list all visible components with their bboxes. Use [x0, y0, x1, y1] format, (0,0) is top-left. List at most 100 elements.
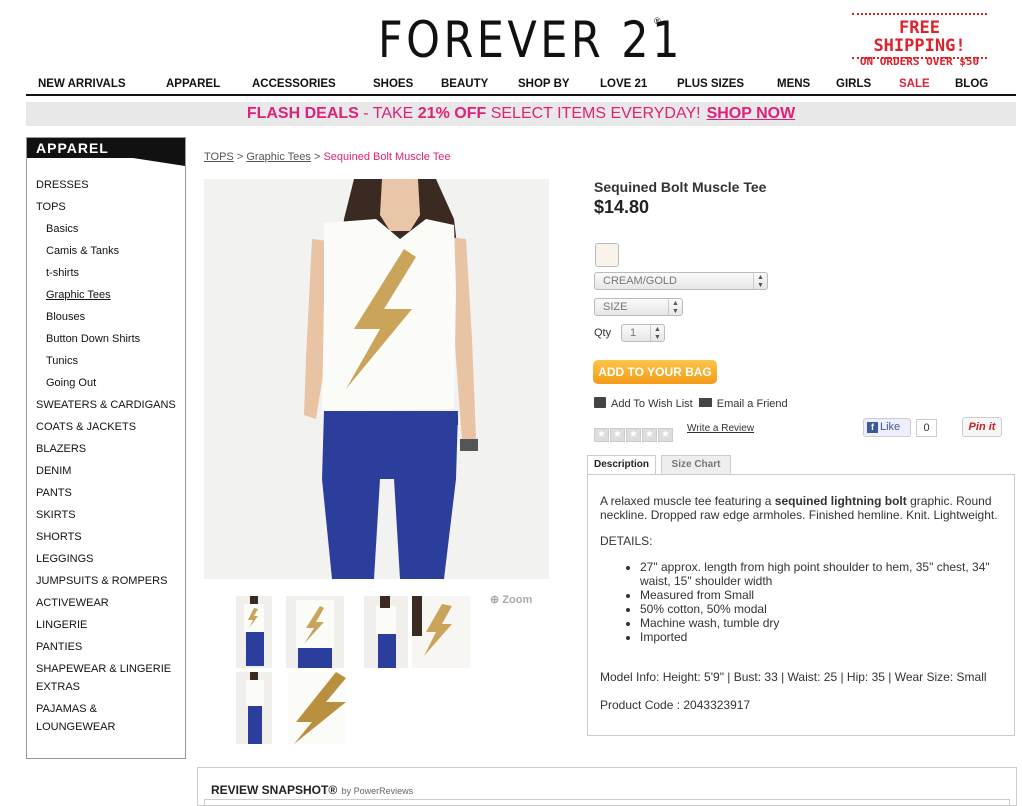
list-item: 27" approx. length from high point shoul…	[640, 560, 1002, 588]
color-select[interactable]: CREAM/GOLD ▲ ▼	[594, 272, 768, 290]
breadcrumb-graphic-tees[interactable]: Graphic Tees	[246, 151, 311, 163]
thumbnail-2[interactable]	[286, 596, 344, 668]
nav-shop-by[interactable]: SHOP BY	[518, 78, 570, 90]
nav-beauty[interactable]: BEAUTY	[441, 78, 488, 90]
sidebar-item-leggings[interactable]: LEGGINGS	[36, 552, 176, 574]
add-to-wishlist-link[interactable]: Add To Wish List	[611, 398, 693, 410]
sidebar-item-button-down-shirts[interactable]: Button Down Shirts	[36, 332, 176, 354]
description-intro: A relaxed muscle tee featuring a sequine…	[600, 494, 1002, 522]
mail-icon	[698, 398, 712, 407]
zoom-button[interactable]: ⊕ Zoom	[490, 593, 532, 606]
star-icon: ★	[626, 428, 641, 442]
write-review-link[interactable]: Write a Review	[687, 423, 754, 434]
sidebar-title: APPAREL	[27, 138, 185, 166]
sidebar-item-loungewear[interactable]: LOUNGEWEAR	[36, 720, 176, 742]
pin-it-button[interactable]: Pin it	[962, 417, 1002, 437]
site-logo[interactable]: FOREVER 21	[378, 14, 679, 66]
thumbnail-5[interactable]	[236, 672, 272, 744]
thumbnail-4[interactable]	[412, 596, 470, 668]
product-title: Sequined Bolt Muscle Tee	[594, 179, 767, 195]
sidebar-item-t-shirts[interactable]: t-shirts	[36, 266, 176, 288]
flash-dash: - TAKE	[358, 105, 418, 122]
sidebar-item-tops[interactable]: TOPS	[36, 200, 176, 222]
sidebar-item-tunics[interactable]: Tunics	[36, 354, 176, 376]
size-select-value: SIZE	[603, 301, 628, 313]
sidebar-item-graphic-tees[interactable]: Graphic Tees	[36, 288, 176, 310]
select-arrows-icon: ▲ ▼	[753, 273, 767, 289]
sidebar-item-sweaters[interactable]: SWEATERS & CARDIGANS	[36, 398, 176, 420]
size-select[interactable]: SIZE ▲ ▼	[594, 298, 683, 316]
product-main-image[interactable]	[204, 179, 549, 579]
breadcrumb-tops[interactable]: TOPS	[204, 151, 234, 163]
nav-new-arrivals[interactable]: NEW ARRIVALS	[38, 78, 126, 90]
sidebar-item-blazers[interactable]: BLAZERS	[36, 442, 176, 464]
nav-sale[interactable]: SALE	[899, 78, 930, 90]
nav-girls[interactable]: GIRLS	[836, 78, 871, 90]
select-arrows-icon: ▲ ▼	[650, 325, 664, 341]
details-list: 27" approx. length from high point shoul…	[640, 560, 1002, 644]
facebook-like-button[interactable]: f Like	[863, 418, 911, 437]
sidebar-item-denim[interactable]: DENIM	[36, 464, 176, 486]
review-provider: by PowerReviews	[341, 786, 414, 796]
sidebar-item-shorts[interactable]: SHORTS	[36, 530, 176, 552]
nav-plus-sizes[interactable]: PLUS SIZES	[677, 78, 744, 90]
nav-accessories[interactable]: ACCESSORIES	[252, 78, 336, 90]
review-title: REVIEW SNAPSHOT®	[211, 783, 338, 797]
list-item: 50% cotton, 50% modal	[640, 602, 1002, 616]
sidebar-item-pants[interactable]: PANTS	[36, 486, 176, 508]
sidebar-item-skirts[interactable]: SKIRTS	[36, 508, 176, 530]
sidebar-item-going-out[interactable]: Going Out	[36, 376, 176, 398]
qty-select-value: 1	[630, 327, 637, 339]
sidebar-item-basics[interactable]: Basics	[36, 222, 176, 244]
sidebar-item-coats[interactable]: COATS & JACKETS	[36, 420, 176, 442]
shipping-subline: ON ORDERS OVER $50	[859, 55, 980, 68]
sidebar-item-shapewear[interactable]: SHAPEWEAR & LINGERIE	[36, 662, 176, 680]
zoom-label: Zoom	[502, 594, 533, 606]
flash-prefix: FLASH DEALS	[246, 105, 359, 122]
star-icon: ★	[642, 428, 657, 442]
sidebar-item-blouses[interactable]: Blouses	[36, 310, 176, 332]
free-shipping-banner[interactable]: FREE SHIPPING! ON ORDERS OVER $50	[852, 13, 987, 68]
sidebar-item-activewear[interactable]: ACTIVEWEAR	[36, 596, 176, 618]
qty-select[interactable]: 1 ▲ ▼	[621, 324, 665, 342]
nav-mens[interactable]: MENS	[777, 78, 810, 90]
color-swatch[interactable]	[595, 243, 619, 267]
thumbnail-6[interactable]	[288, 672, 346, 744]
shipping-headline: FREE SHIPPING!	[873, 18, 966, 56]
intro-bold: sequined lightning bolt	[774, 494, 907, 508]
star-icon: ★	[594, 428, 609, 442]
sidebar-item-extras[interactable]: EXTRAS	[36, 680, 176, 702]
flash-pct: 21% OFF	[417, 105, 487, 122]
registered-mark: ®	[654, 16, 661, 26]
sidebar-item-dresses[interactable]: DRESSES	[36, 178, 176, 200]
nav-apparel[interactable]: APPAREL	[166, 78, 220, 90]
like-label: Like	[880, 421, 901, 433]
sidebar-item-camis-tanks[interactable]: Camis & Tanks	[36, 244, 176, 266]
details-label: DETAILS:	[600, 534, 653, 548]
breadcrumb-current: Sequined Bolt Muscle Tee	[323, 151, 451, 163]
add-to-bag-button[interactable]: ADD TO YOUR BAG	[593, 360, 717, 384]
sidebar-item-panties[interactable]: PANTIES	[36, 640, 176, 662]
nav-love-21[interactable]: LOVE 21	[600, 78, 647, 90]
thumbnail-1[interactable]	[236, 596, 272, 668]
sidebar-item-pajamas[interactable]: PAJAMAS &	[36, 702, 176, 720]
sidebar-item-jumpsuits[interactable]: JUMPSUITS & ROMPERS	[36, 574, 176, 596]
review-inner-box	[204, 799, 1010, 805]
shop-now-link[interactable]: SHOP NOW	[707, 105, 796, 122]
tab-description[interactable]: Description	[587, 455, 656, 475]
category-sidebar: APPAREL DRESSES TOPS Basics Camis & Tank…	[26, 137, 186, 759]
main-nav: NEW ARRIVALS APPAREL ACCESSORIES SHOES B…	[26, 76, 1016, 96]
breadcrumb: TOPS > Graphic Tees > Sequined Bolt Musc…	[204, 151, 450, 163]
sidebar-item-lingerie[interactable]: LINGERIE	[36, 618, 176, 640]
thumbnail-3[interactable]	[364, 596, 408, 668]
flash-deals-banner[interactable]: FLASH DEALS - TAKE 21% OFF SELECT ITEMS …	[26, 102, 1016, 126]
rating-stars: ★ ★ ★ ★ ★	[594, 424, 674, 442]
list-item: Imported	[640, 630, 1002, 644]
share-links: Add To Wish List Email a Friend	[594, 397, 788, 410]
qty-label: Qty	[594, 327, 612, 339]
list-item: Machine wash, tumble dry	[640, 616, 1002, 630]
nav-blog[interactable]: BLOG	[955, 78, 988, 90]
nav-shoes[interactable]: SHOES	[373, 78, 413, 90]
tab-size-chart[interactable]: Size Chart	[661, 455, 731, 474]
email-friend-link[interactable]: Email a Friend	[717, 398, 788, 410]
